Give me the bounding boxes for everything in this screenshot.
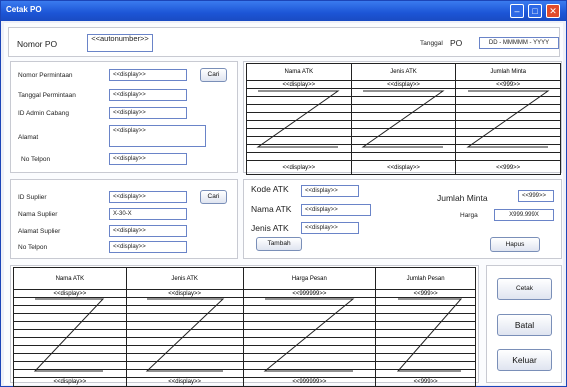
table-placeholder-z-marks xyxy=(33,298,463,372)
atk-input-panel: Kode ATK <<display>> Nama ATK <<display>… xyxy=(243,179,562,259)
table-cell: <<display>> xyxy=(13,377,127,387)
table-cell: <<999999>> xyxy=(242,377,377,387)
col-header-jenis-atk: Jenis ATK xyxy=(350,63,457,81)
table-cell: <<display>> xyxy=(246,160,352,175)
col-header-nama-atk: Nama ATK xyxy=(246,63,352,81)
id-suplier-field[interactable]: <<display>> xyxy=(109,191,187,203)
jumlah-minta-label: Jumlah Minta xyxy=(437,193,488,203)
tambah-button[interactable]: Tambah xyxy=(256,237,302,251)
no-telpon-label: No Telpon xyxy=(21,156,51,163)
alamat-suplier-label: Alamat Suplier xyxy=(18,228,61,235)
table-cell: <<display>> xyxy=(350,160,457,175)
table-cell: <<display>> xyxy=(350,80,457,89)
window-title: Cetak PO xyxy=(6,5,42,14)
nomor-po-label: Nomor PO xyxy=(17,39,58,49)
minimize-icon[interactable]: – xyxy=(510,4,524,18)
cetak-button[interactable]: Cetak xyxy=(497,278,552,300)
id-admin-cabang-label: ID Admin Cabang xyxy=(18,110,69,117)
keluar-button[interactable]: Keluar xyxy=(497,349,552,371)
table-cell: <<999>> xyxy=(455,160,561,175)
table-cell: <<999>> xyxy=(455,80,561,89)
form-area: Nomor PO <<autonumber>> Tanggal PO DD - … xyxy=(4,23,563,387)
permintaan-panel: Nomor Permintaan <<display>> Cari Tangga… xyxy=(10,61,238,173)
harga-field[interactable]: X999.999X xyxy=(494,209,554,221)
title-bar: Cetak PO – □ ✕ xyxy=(1,1,566,21)
table-row[interactable]: <<display>> <<display>> <<999999>> <<999… xyxy=(13,377,476,387)
no-telpon-field[interactable]: <<display>> xyxy=(109,153,187,165)
table-placeholder-z-marks xyxy=(256,90,550,148)
nomor-po-field[interactable]: <<autonumber>> xyxy=(87,34,153,52)
no-telpon-suplier-label: No Telpon xyxy=(18,244,48,251)
nama-suplier-label: Nama Suplier xyxy=(18,211,58,218)
nomor-permintaan-label: Nomor Permintaan xyxy=(18,72,73,79)
jenis-atk-label: Jenis ATK xyxy=(251,223,289,233)
id-suplier-label: ID Suplier xyxy=(18,194,47,201)
header-panel: Nomor PO <<autonumber>> Tanggal PO DD - … xyxy=(8,27,560,57)
harga-label: Harga xyxy=(460,212,478,219)
no-telpon-suplier-field[interactable]: <<display>> xyxy=(109,241,187,253)
nama-suplier-field[interactable]: X-30-X xyxy=(109,208,187,220)
cari-permintaan-button[interactable]: Cari xyxy=(200,68,227,82)
cari-suplier-button[interactable]: Cari xyxy=(200,190,227,204)
tanggal-po-field[interactable]: DD - MMMMM - YYYY xyxy=(479,37,559,49)
col-header-harga-pesan: Harga Pesan xyxy=(242,267,377,290)
hapus-button[interactable]: Hapus xyxy=(490,237,540,252)
nama-atk-field[interactable]: <<display>> xyxy=(301,204,371,216)
tanggal-label: Tanggal xyxy=(420,40,443,47)
kode-atk-label: Kode ATK xyxy=(251,184,289,194)
table-cell: <<display>> xyxy=(125,377,244,387)
table-row[interactable]: <<display>> <<display>> <<999>> xyxy=(246,160,561,175)
tanggal-permintaan-field[interactable]: <<display>> xyxy=(109,89,187,101)
id-admin-cabang-field[interactable]: <<display>> xyxy=(109,107,187,119)
tanggal-po-label: PO xyxy=(450,38,463,48)
maximize-icon[interactable]: □ xyxy=(528,4,542,18)
kode-atk-field[interactable]: <<display>> xyxy=(301,185,359,197)
nomor-permintaan-field[interactable]: <<display>> xyxy=(109,69,187,81)
col-header-jumlah-minta: Jumlah Minta xyxy=(455,63,561,81)
table-cell: <<999>> xyxy=(375,377,476,387)
jenis-atk-field[interactable]: <<display>> xyxy=(301,222,359,234)
table-row[interactable]: <<display>> <<display>> <<999>> xyxy=(246,80,561,89)
nama-atk-label: Nama ATK xyxy=(251,204,292,214)
batal-button[interactable]: Batal xyxy=(497,314,552,336)
action-panel: Cetak Batal Keluar xyxy=(486,265,562,383)
alamat-suplier-field[interactable]: <<display>> xyxy=(109,225,187,237)
table-row[interactable] xyxy=(246,152,561,161)
table-cell: <<display>> xyxy=(246,80,352,89)
alamat-field[interactable]: <<display>> xyxy=(109,125,206,147)
tanggal-permintaan-label: Tanggal Permintaan xyxy=(18,92,76,99)
supplier-panel: ID Suplier <<display>> Cari Nama Suplier… xyxy=(10,179,238,259)
alamat-label: Alamat xyxy=(18,134,39,141)
col-header-nama-atk: Nama ATK xyxy=(13,267,127,290)
col-header-jumlah-pesan: Jumlah Pesan xyxy=(375,267,476,290)
jumlah-minta-field[interactable]: <<999>> xyxy=(518,190,554,202)
col-header-jenis-atk: Jenis ATK xyxy=(125,267,244,290)
cetak-po-window: Cetak PO – □ ✕ Nomor PO <<autonumber>> T… xyxy=(0,0,567,387)
close-icon[interactable]: ✕ xyxy=(546,4,560,18)
